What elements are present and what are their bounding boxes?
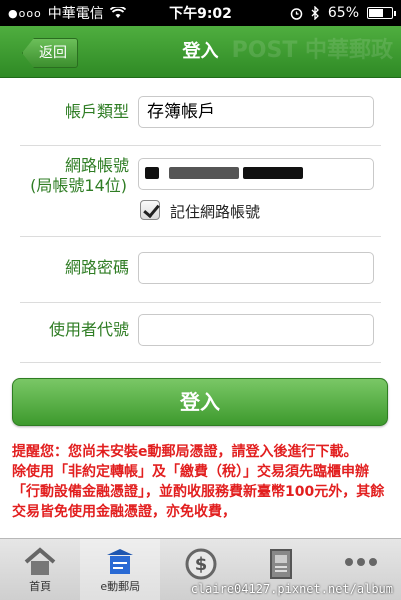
divider — [20, 362, 381, 363]
tab-label: 首頁 — [29, 580, 52, 593]
notice-line: 提醒您：您尚未安裝e動郵局憑證，請登入後進行下載。 — [12, 444, 358, 460]
battery-percent: 65% — [327, 5, 359, 21]
notice-text: 提醒您：您尚未安裝e動郵局憑證，請登入後進行下載。 除使用「非約定轉帳」及「繳費… — [12, 442, 390, 522]
login-button[interactable]: 登入 — [12, 378, 388, 426]
url-watermark: claire04127.pixnet.net/album — [190, 582, 393, 596]
account-type-select[interactable]: 存簿帳戶 — [138, 96, 374, 128]
net-account-sublabel: (局帳號14位) — [30, 176, 127, 195]
status-bar: ●ooo 中華電信 下午9:02 65% — [0, 0, 401, 26]
password-input[interactable] — [138, 252, 374, 284]
masked-text — [243, 167, 303, 179]
bluetooth-icon — [311, 6, 319, 20]
net-account-label: 網路帳號 — [64, 156, 129, 175]
masked-text — [145, 167, 159, 179]
wifi-icon — [109, 7, 126, 18]
account-type-label: 帳戶類型 — [64, 102, 129, 121]
user-code-input[interactable] — [138, 314, 374, 346]
masked-text — [169, 167, 239, 179]
divider — [20, 145, 381, 146]
tab-bar: 首頁 e動郵局 $ claire04127.pixnet.net/album — [0, 538, 401, 600]
more-icon — [344, 558, 377, 566]
user-code-label: 使用者代號 — [48, 320, 129, 339]
divider — [20, 236, 381, 237]
tab-e-post[interactable]: e動郵局 — [80, 539, 161, 600]
tab-home[interactable]: 首頁 — [0, 539, 80, 600]
signal-strength-icon: ●ooo — [8, 6, 42, 20]
navigation-bar: POST 中華郵政 登入 返回 — [0, 26, 401, 78]
alarm-icon — [290, 7, 303, 20]
divider — [20, 302, 381, 303]
dollar-icon: $ — [185, 548, 216, 580]
battery-icon — [367, 7, 396, 19]
password-label: 網路密碼 — [64, 258, 129, 277]
notice-line: 除使用「非約定轉帳」及「繳費（稅）」交易須先臨櫃申辦「行動設備金融憑證」，並酌收… — [12, 464, 385, 520]
net-account-input[interactable] — [138, 158, 374, 190]
home-icon — [24, 547, 56, 575]
tab-label: e動郵局 — [100, 580, 141, 593]
carrier-name: 中華電信 — [47, 6, 104, 22]
document-icon — [269, 549, 292, 579]
post-office-icon — [107, 549, 134, 574]
remember-account-label[interactable]: 記住網路帳號 — [170, 201, 260, 222]
remember-account-checkbox[interactable] — [140, 200, 160, 220]
svg-text:$: $ — [194, 554, 207, 575]
